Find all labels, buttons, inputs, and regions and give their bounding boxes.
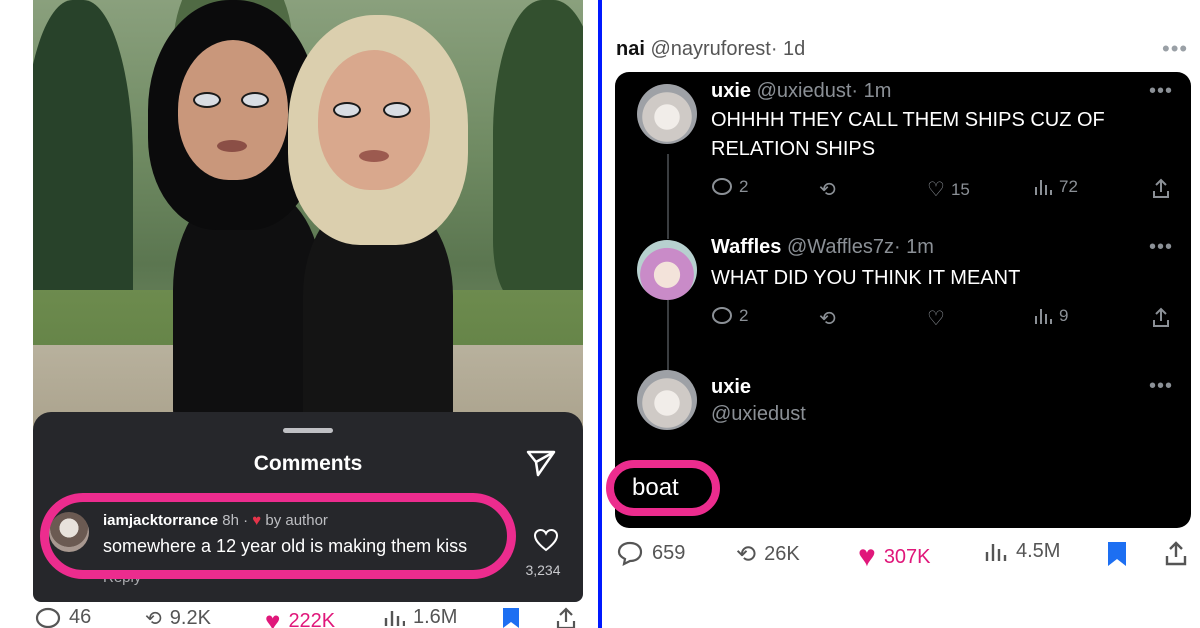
comment-like-count: 3,234 (525, 562, 561, 578)
repost-count: 9.2K (169, 607, 211, 628)
tweet-header: Waffles @Waffles7z· 1m (711, 236, 934, 259)
bookmark-button[interactable] (1106, 540, 1128, 568)
share-icon (1153, 178, 1169, 198)
send-icon[interactable] (525, 448, 557, 478)
like-count: 222K (288, 610, 336, 628)
views-button[interactable]: 1.6M (383, 606, 457, 628)
post-header: nai @nayruforest· 1d (616, 38, 805, 61)
repost-icon: ⟲ (145, 608, 162, 628)
avatar[interactable] (637, 84, 697, 144)
author-name[interactable]: nai (616, 38, 645, 60)
views-icon (985, 543, 1007, 561)
more-icon[interactable]: ••• (1149, 80, 1173, 103)
reply-count: 2 (739, 306, 749, 325)
tweet-text: OHHHH THEY CALL THEM SHIPS CUZ OF RELATI… (711, 109, 1105, 160)
heart-icon: ♡ (927, 308, 945, 330)
views-button[interactable]: 9 (1033, 306, 1068, 326)
tweet-text: WHAT DID YOU THINK IT MEANT (711, 267, 1021, 289)
tweet-author-name[interactable]: uxie (711, 80, 751, 102)
reply-button[interactable]: 2 (711, 306, 748, 326)
heart-icon: ♥ (858, 540, 876, 573)
post-time: · 1d (770, 38, 806, 60)
tweet-header: uxie @uxiedust· 1m (711, 80, 891, 103)
tweet-actions: 2 ⟲ ♡ 9 (711, 306, 1181, 330)
tweet-handle[interactable]: @uxiedust (711, 403, 806, 426)
repost-icon: ⟲ (819, 179, 836, 201)
repost-button[interactable]: ⟲ 26K (736, 540, 800, 569)
more-icon[interactable]: ••• (1149, 375, 1173, 398)
views-count: 9 (1059, 306, 1069, 325)
reply-text: boat (632, 474, 679, 501)
left-screenshot: Comments iamjacktorrance 8h · ♥ by autho… (0, 0, 600, 628)
tweet-actions: 2 ⟲ ♡ 15 72 (711, 177, 1181, 201)
tweet-handle[interactable]: @uxiedust (757, 80, 852, 102)
heart-icon: ♥ (265, 606, 281, 628)
thread-line (667, 154, 669, 239)
thread-line (667, 300, 669, 370)
repost-count: 26K (764, 543, 800, 565)
share-button[interactable] (1151, 177, 1171, 199)
sheet-drag-handle[interactable] (283, 428, 333, 433)
comment-button[interactable]: 46 (35, 606, 91, 628)
bookmark-icon (1108, 542, 1126, 566)
reply-button[interactable]: 2 (711, 177, 748, 197)
comment-icon (712, 178, 732, 195)
like-button[interactable]: ♥ 222K (265, 606, 335, 628)
tweet-header: uxie (711, 376, 751, 399)
comment-count: 46 (69, 606, 92, 628)
highlight-circle (40, 493, 516, 579)
tweet-time: · 1m (851, 80, 892, 102)
like-button[interactable]: ♥ 307K (858, 540, 931, 574)
left-action-bar: 46 ⟲ 9.2K ♥ 222K 1.6M (33, 606, 583, 628)
like-button[interactable]: ♡ 15 (927, 177, 970, 202)
comment-icon (35, 607, 61, 628)
heart-icon: ♡ (927, 179, 945, 201)
repost-button[interactable]: ⟲ (819, 177, 842, 202)
tweet-handle[interactable]: @Waffles7z (787, 236, 894, 258)
more-icon[interactable]: ••• (1149, 236, 1173, 259)
tweet-author-name[interactable]: Waffles (711, 236, 781, 258)
views-count: 72 (1059, 177, 1078, 196)
like-count: 307K (883, 545, 931, 568)
repost-icon: ⟲ (819, 308, 836, 330)
views-count: 4.5M (1016, 540, 1061, 562)
share-icon (556, 607, 576, 628)
post-photo (33, 0, 583, 440)
reply-button[interactable]: 659 (616, 540, 685, 566)
avatar[interactable] (637, 240, 697, 300)
repost-icon: ⟲ (736, 541, 757, 568)
repost-button[interactable]: ⟲ 9.2K (145, 606, 211, 628)
avatar[interactable] (637, 370, 697, 430)
bookmark-button[interactable] (501, 606, 521, 628)
views-button[interactable]: 4.5M (984, 540, 1060, 563)
repost-button[interactable]: ⟲ (819, 306, 842, 331)
reply-count: 2 (739, 177, 749, 196)
share-button[interactable] (1164, 540, 1188, 566)
share-icon (1165, 541, 1187, 566)
views-icon (1035, 309, 1052, 324)
views-icon (1035, 180, 1052, 195)
like-button[interactable]: ♡ (927, 306, 951, 331)
tweet-time: · 1m (893, 236, 934, 258)
comment-icon (617, 541, 643, 566)
comment-icon (712, 307, 732, 324)
views-count: 1.6M (413, 606, 458, 628)
bookmark-icon (503, 608, 519, 628)
comments-title: Comments (253, 452, 363, 475)
tweet-author-name[interactable]: uxie (711, 376, 751, 398)
share-button[interactable] (1151, 306, 1171, 328)
more-icon[interactable]: ••• (1162, 36, 1188, 62)
share-icon (1153, 307, 1169, 327)
views-icon (384, 610, 405, 626)
quoted-thread-card: uxie @uxiedust· 1m ••• OHHHH THEY CALL T… (615, 72, 1191, 528)
author-handle[interactable]: @nayruforest (650, 38, 770, 60)
heart-icon[interactable] (533, 528, 559, 552)
share-button[interactable] (555, 606, 577, 628)
right-action-bar: 659 ⟲ 26K ♥ 307K 4.5M (616, 540, 1196, 573)
right-screenshot: nai @nayruforest· 1d ••• uxie @uxiedust·… (602, 0, 1200, 628)
reply-count: 659 (652, 541, 686, 564)
views-button[interactable]: 72 (1033, 177, 1078, 197)
like-count: 15 (950, 179, 970, 199)
